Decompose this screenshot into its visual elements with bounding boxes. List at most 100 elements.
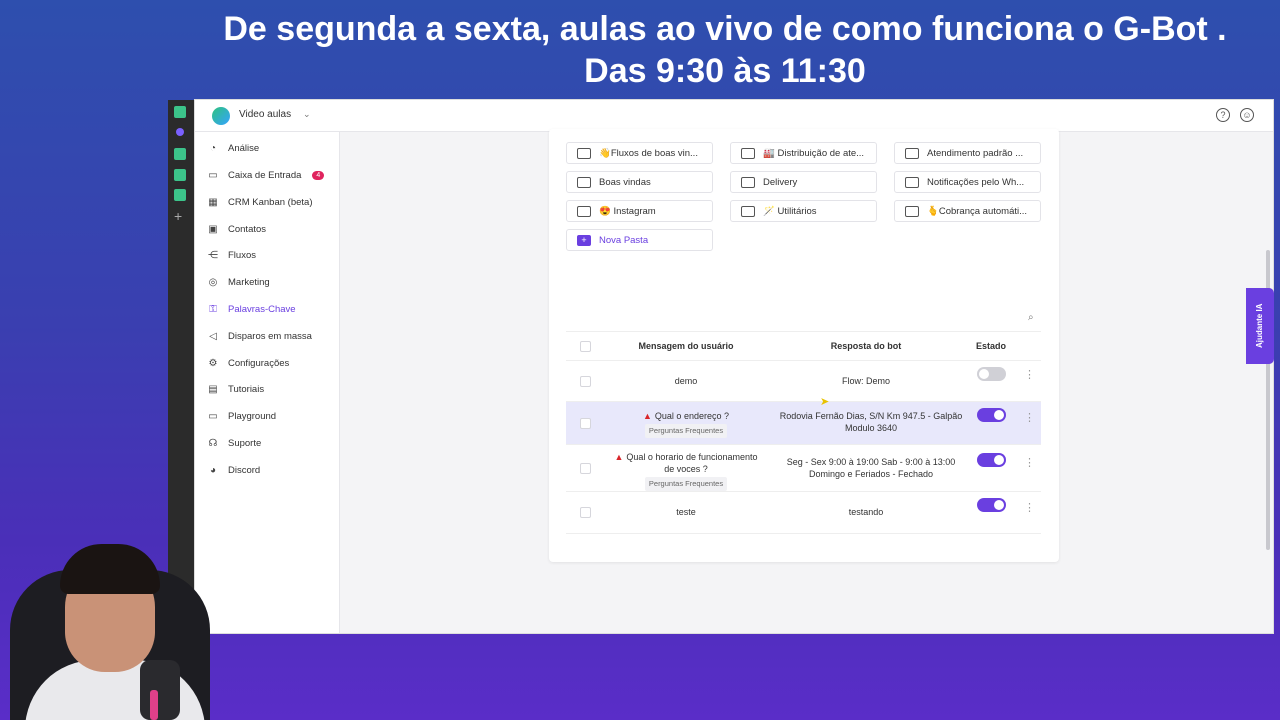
workspace-selector[interactable]: Video aulas bbox=[239, 109, 291, 120]
folder-label: Notificações pelo Wh... bbox=[927, 176, 1025, 188]
table-row[interactable]: ▲ Qual o endereço ? Perguntas Frequentes … bbox=[566, 402, 1041, 445]
folder-item[interactable]: Atendimento padrão ... bbox=[894, 142, 1041, 164]
row-message-cell: ▲ Qual o horario de funcionamento de voce… bbox=[611, 451, 761, 491]
row-checkbox[interactable] bbox=[580, 376, 591, 387]
contacts-icon: ▣ bbox=[208, 223, 218, 235]
microphone-light bbox=[150, 690, 158, 720]
workspace-icon[interactable] bbox=[174, 169, 186, 181]
headset-icon: ☊ bbox=[208, 437, 218, 449]
sidebar-item-marketing[interactable]: ◎ Marketing bbox=[207, 273, 270, 291]
mouse-cursor-icon: ➤ bbox=[820, 396, 830, 408]
chart-pie-icon: ◔ bbox=[209, 142, 217, 154]
row-state-toggle[interactable] bbox=[977, 408, 1006, 422]
sidebar-item-palavras-chave[interactable]: ⚿ Palavras-Chave bbox=[207, 300, 295, 318]
marketing-icon: ◎ bbox=[208, 276, 218, 288]
more-options-icon[interactable]: ⋮ bbox=[1024, 503, 1035, 514]
sidebar-item-tutoriais[interactable]: ▤ Tutoriais bbox=[207, 380, 264, 398]
row-checkbox[interactable] bbox=[580, 418, 591, 429]
folder-item[interactable]: Notificações pelo Wh... bbox=[894, 171, 1041, 193]
sidebar-item-fluxos[interactable]: ⋲ Fluxos bbox=[207, 246, 256, 264]
folder-item[interactable]: 🏭 Distribuição de ate... bbox=[730, 142, 877, 164]
video-icon: ▤ bbox=[208, 383, 218, 395]
sidebar-item-label: Disparos em massa bbox=[228, 330, 312, 342]
sidebar-item-playground[interactable]: ▭ Playground bbox=[207, 407, 276, 425]
workspace-icon[interactable] bbox=[174, 189, 186, 201]
sidebar-item-crm-kanban[interactable]: ▦ CRM Kanban (beta) bbox=[207, 193, 312, 211]
hair-shape bbox=[60, 544, 160, 594]
folder-label: 🫰Cobrança automáti... bbox=[927, 205, 1028, 217]
sidebar-item-label: Discord bbox=[228, 464, 261, 476]
folder-label: 🪄 Utilitários bbox=[763, 205, 817, 217]
key-icon: ⚿ bbox=[209, 303, 217, 315]
ai-helper-tab[interactable]: Ajudante IA bbox=[1246, 288, 1274, 364]
workspace-logo bbox=[212, 107, 230, 125]
table-row[interactable]: ▲ Qual o horario de funcionamento de voce… bbox=[566, 445, 1041, 492]
promo-banner: De segunda a sexta, aulas ao vivo de com… bbox=[180, 8, 1270, 92]
folder-item[interactable]: 😍 Instagram bbox=[566, 200, 713, 222]
folder-icon bbox=[905, 176, 919, 188]
table-row[interactable]: teste testando ⋮ bbox=[566, 492, 1041, 534]
help-circle-icon[interactable]: ? bbox=[1216, 108, 1230, 122]
table-row[interactable]: demo Flow: Demo ⋮ bbox=[566, 361, 1041, 402]
folder-item[interactable]: 🫰Cobrança automáti... bbox=[894, 200, 1041, 222]
gear-icon: ⚙ bbox=[208, 357, 218, 369]
sidebar-item-suporte[interactable]: ☊ Suporte bbox=[207, 434, 262, 452]
more-options-icon[interactable]: ⋮ bbox=[1024, 413, 1035, 424]
row-response: Flow: Demo bbox=[841, 376, 890, 386]
row-state-toggle[interactable] bbox=[977, 498, 1006, 512]
workspace-icon[interactable] bbox=[174, 106, 186, 118]
sidebar-item-label: Tutoriais bbox=[228, 383, 265, 395]
folder-label: 🏭 Distribuição de ate... bbox=[763, 147, 865, 159]
folder-icon bbox=[577, 147, 591, 159]
sidebar-item-label: CRM Kanban (beta) bbox=[228, 196, 313, 208]
sidebar-item-contatos[interactable]: ▣ Contatos bbox=[207, 220, 266, 238]
row-folder-tag: Perguntas Frequentes bbox=[644, 477, 728, 491]
row-response: Rodovia Fernão Dias, S/N Km 947.5 - Galp… bbox=[779, 411, 963, 433]
col-header-message: Mensagem do usuário bbox=[638, 341, 734, 351]
row-state-toggle[interactable] bbox=[977, 367, 1006, 381]
folder-icon bbox=[905, 205, 919, 217]
folder-icon bbox=[577, 205, 591, 217]
kanban-icon: ▦ bbox=[208, 196, 218, 208]
folder-icon bbox=[905, 147, 919, 159]
row-message: demo bbox=[674, 376, 698, 386]
sidebar-item-label: Suporte bbox=[228, 437, 262, 449]
folder-icon bbox=[577, 176, 591, 188]
folder-item[interactable]: Boas vindas bbox=[566, 171, 713, 193]
sidebar-item-discord[interactable]: ◕ Discord bbox=[207, 461, 260, 479]
add-workspace-icon[interactable]: + bbox=[174, 208, 182, 224]
row-message: teste bbox=[676, 507, 696, 517]
more-options-icon[interactable]: ⋮ bbox=[1024, 458, 1035, 469]
row-checkbox[interactable] bbox=[580, 507, 591, 518]
unread-badge: 4 bbox=[312, 170, 325, 180]
search-icon[interactable]: ⌕ bbox=[1028, 312, 1034, 323]
folder-label: 😍 Instagram bbox=[599, 205, 656, 217]
row-folder-tag: Perguntas Frequentes bbox=[644, 424, 728, 438]
sidebar-item-analise[interactable]: ◔ Análise bbox=[207, 139, 259, 157]
sidebar-item-label: Playground bbox=[228, 410, 277, 422]
folder-plus-icon: + bbox=[577, 234, 591, 246]
megaphone-icon: ◁ bbox=[209, 330, 217, 342]
row-state-toggle[interactable] bbox=[977, 453, 1006, 467]
app-window: Video aulas ⌄ ? ☺ ◔ Análise ▭ Caixa de E… bbox=[194, 99, 1274, 634]
sidebar-item-disparos[interactable]: ◁ Disparos em massa bbox=[207, 327, 312, 345]
workspace-icon[interactable] bbox=[174, 148, 186, 160]
webcam-overlay bbox=[0, 540, 220, 720]
folder-item[interactable]: Delivery bbox=[730, 171, 877, 193]
sidebar-item-label: Contatos bbox=[228, 223, 267, 235]
sidebar-item-caixa-de-entrada[interactable]: ▭ Caixa de Entrada 4 bbox=[207, 166, 325, 184]
sidebar-item-configuracoes[interactable]: ⚙ Configurações bbox=[207, 354, 290, 372]
folder-item[interactable]: 🪄 Utilitários bbox=[730, 200, 877, 222]
inbox-icon: ▭ bbox=[208, 169, 218, 181]
folder-icon bbox=[741, 176, 755, 188]
select-all-checkbox[interactable] bbox=[580, 341, 591, 352]
user-circle-icon[interactable]: ☺ bbox=[1240, 108, 1254, 122]
workspace-icon[interactable] bbox=[176, 128, 184, 136]
col-header-state: Estado bbox=[975, 341, 1006, 351]
row-checkbox[interactable] bbox=[580, 463, 591, 474]
chevron-down-icon[interactable]: ⌄ bbox=[303, 109, 311, 120]
folder-item[interactable]: 👋Fluxos de boas vin... bbox=[566, 142, 713, 164]
new-folder-button[interactable]: + Nova Pasta bbox=[566, 229, 713, 251]
more-options-icon[interactable]: ⋮ bbox=[1024, 370, 1035, 381]
folder-label: Boas vindas bbox=[599, 176, 651, 188]
